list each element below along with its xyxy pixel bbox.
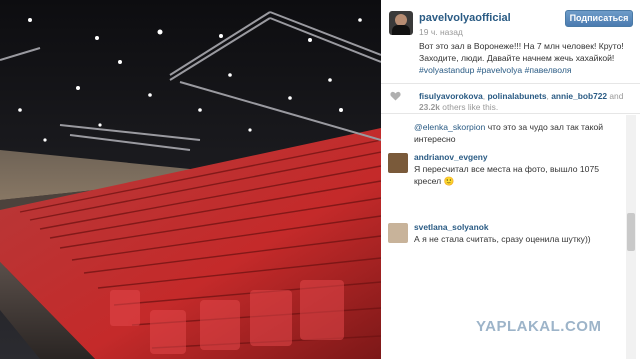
watermark: YAPLAKAL.COM (476, 318, 602, 335)
likes-section: fisulyavorokova, polinalabunets, annie_b… (381, 88, 640, 114)
comment-mention[interactable]: @elenka_skorpion (414, 122, 485, 132)
post-timestamp: 19 ч. назад (419, 27, 463, 37)
follow-button[interactable]: Подписаться (565, 10, 633, 27)
scrollbar-thumb[interactable] (627, 213, 635, 251)
likes-count[interactable]: 23.2k (419, 102, 440, 112)
likes-users: fisulyavorokova, polinalabunets, annie_b… (419, 91, 624, 101)
comment-username[interactable]: svetlana_solyanok (414, 222, 488, 232)
post-photo[interactable] (0, 0, 381, 359)
liker-link[interactable]: fisulyavorokova (419, 91, 483, 101)
comment-text: Я пересчитал все места на фото, вышло 10… (414, 164, 600, 186)
liker-link[interactable]: annie_bob722 (551, 91, 607, 101)
post-caption: Вот это зал в Воронеже!!! На 7 млн челов… (419, 40, 633, 76)
comments-scrollbar[interactable] (626, 115, 636, 359)
caption-hashtags[interactable]: #volyastandup #pavelvolya #павелволя (419, 64, 633, 76)
likes-count-line: 23.2k others like this. (419, 102, 498, 112)
auditorium-photo (0, 0, 381, 359)
liker-link[interactable]: polinalabunets (487, 91, 546, 101)
comment-avatar[interactable] (388, 223, 408, 243)
comment-text: @elenka_skorpion что это за чудо зал так… (414, 122, 604, 144)
post-panel: pavelvolyaofficial Подписаться 19 ч. наз… (381, 0, 640, 359)
avatar[interactable] (389, 11, 413, 35)
comment-text: А я не стала считать, сразу оценила шутк… (414, 234, 591, 244)
likes-suffix: others like this. (439, 102, 499, 112)
post-header: pavelvolyaofficial Подписаться 19 ч. наз… (381, 0, 640, 84)
heart-icon[interactable] (390, 91, 401, 101)
caption-text: Вот это зал в Воронеже!!! На 7 млн челов… (419, 41, 624, 63)
post-username[interactable]: pavelvolyaofficial (419, 12, 511, 24)
comment-username[interactable]: andrianov_evgeny (414, 152, 488, 162)
comment-avatar[interactable] (388, 153, 408, 173)
